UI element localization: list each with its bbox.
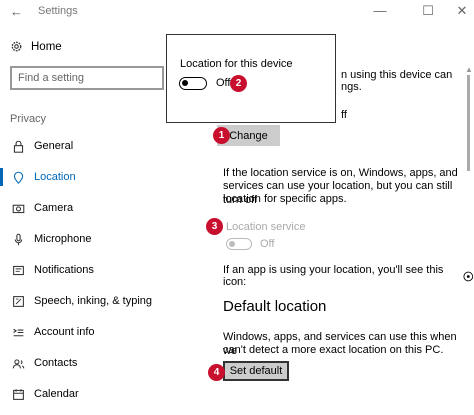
active-indicator [0,168,3,186]
sidebar-item-label: Notifications [34,264,94,276]
search-input[interactable]: Find a setting [10,66,164,90]
sidebar-item-microphone[interactable]: Microphone [0,227,166,251]
toggle-knob [182,80,188,86]
title-bar: ← Settings — ☐ ✕ [0,0,474,24]
sidebar-item-label: Microphone [34,233,92,245]
back-arrow-icon[interactable]: ← [10,4,23,19]
microphone-icon [11,232,25,246]
close-icon[interactable]: ✕ [452,3,472,19]
sidebar-item-general[interactable]: General [0,134,166,158]
home-nav-item[interactable]: Home [10,40,62,53]
sidebar-item-label: Camera [34,202,74,214]
sidebar: Home Find a setting Privacy General Loca… [0,24,166,415]
sidebar-item-contacts[interactable]: Contacts [0,351,166,375]
lock-icon [11,139,25,153]
gear-icon [11,41,22,52]
popup-toggle-state: Off [216,77,231,89]
step-badge-3: 3 [206,218,223,235]
maximize-icon[interactable]: ☐ [418,3,438,19]
sidebar-item-camera[interactable]: Camera [0,196,166,220]
home-label: Home [31,40,62,53]
sidebar-item-label: Speech, inking, & typing [34,295,153,307]
service-desc-line-3: location for specific apps. [223,193,347,205]
scroll-up-arrow-icon[interactable]: ▲ [465,65,473,74]
scrollbar-thumb[interactable] [467,75,470,171]
icon-info-text: If an app is using your location, you'll… [223,264,444,288]
default-location-heading: Default location [223,298,327,315]
sidebar-item-label: Location [34,171,76,183]
sidebar-item-label: Account info [34,326,95,338]
location-service-label: Location service [226,221,306,233]
search-placeholder: Find a setting [18,72,85,84]
scrollbar[interactable]: ▲ [465,65,473,405]
step-badge-2: 2 [230,75,247,92]
default-desc-line-2: can't detect a more exact location on th… [223,344,444,356]
sidebar-item-notifications[interactable]: Notifications [0,258,166,282]
sidebar-item-label: General [34,140,74,152]
location-device-toggle[interactable] [179,77,207,90]
account-info-icon [11,325,25,339]
notifications-icon [11,263,25,277]
set-default-button[interactable]: Set default [223,361,289,381]
minimize-icon[interactable]: — [370,3,390,18]
window-title: Settings [38,5,78,17]
sidebar-item-label: Calendar [34,388,79,400]
sidebar-item-calendar[interactable]: Calendar [0,382,166,406]
camera-icon [11,201,25,215]
speech-icon [11,294,25,308]
location-icon [11,170,25,184]
sidebar-item-label: Contacts [34,357,78,369]
sidebar-item-account-info[interactable]: Account info [0,320,166,344]
step-badge-1: 1 [213,127,230,144]
location-icon-info: If an app is using your location, you'll… [223,264,474,288]
sidebar-item-speech[interactable]: Speech, inking, & typing [0,289,166,313]
service-desc-line-1: If the location service is on, Windows, … [223,167,458,179]
calendar-icon [11,387,25,401]
step-badge-4: 4 [208,364,225,381]
location-service-toggle[interactable] [226,238,252,250]
section-label-privacy: Privacy [10,113,47,125]
sidebar-item-location[interactable]: Location [0,165,166,189]
partial-text-line-3: ff [341,109,347,121]
toggle-knob [229,240,235,247]
location-for-device-popup: Location for this device Off [166,34,336,123]
location-service-state: Off [260,238,275,250]
contacts-icon [11,356,25,370]
popup-title: Location for this device [180,58,293,70]
partial-text-line-2: ngs. [341,81,362,93]
